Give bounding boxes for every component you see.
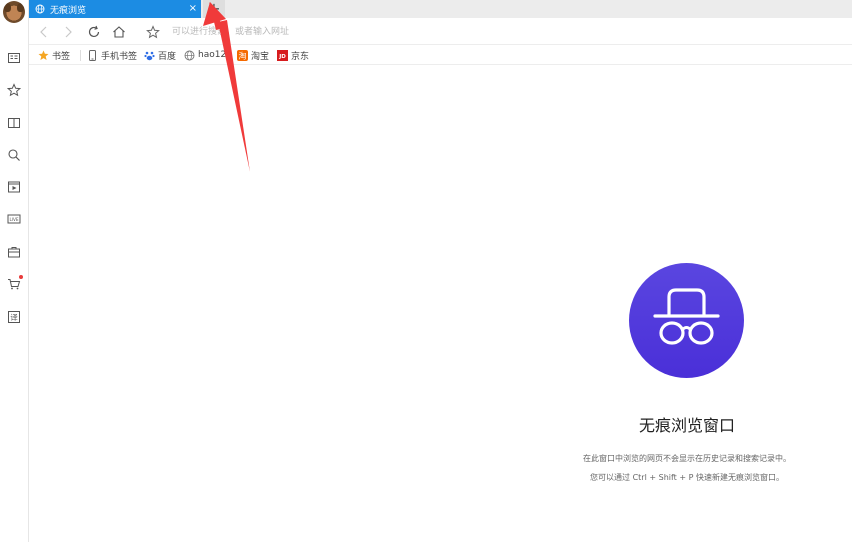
page-title: 无痕浏览窗口 — [638, 416, 735, 435]
video-icon[interactable] — [5, 178, 23, 196]
globe-icon — [35, 4, 45, 14]
refresh-icon[interactable] — [86, 24, 102, 40]
tab-title: 无痕浏览 — [50, 5, 87, 16]
description-line-2: 您可以通过 Ctrl + Shift + P 快速新建无痕浏览窗口。 — [590, 473, 784, 482]
bookmark-label: hao123 — [198, 50, 232, 60]
bookmarks-bar: 书签 手机书签 百度 hao123 淘 淘宝 JD 京东 — [29, 45, 852, 65]
translate-icon[interactable]: 译 — [5, 308, 23, 326]
forward-icon[interactable] — [60, 24, 76, 40]
tab-incognito[interactable]: 无痕浏览 × — [29, 0, 201, 18]
tab-strip: 无痕浏览 × + — [29, 0, 852, 18]
svg-text:译: 译 — [10, 313, 18, 322]
bookmark-item[interactable]: 书签 — [38, 48, 70, 62]
bookmark-item[interactable]: 淘 淘宝 — [237, 48, 269, 62]
bookmark-label: 淘宝 — [251, 51, 270, 62]
description-line-1: 在此窗口中浏览的网页不会显示在历史记录和搜索记录中。 — [583, 454, 791, 463]
new-tab-button[interactable]: + — [203, 0, 225, 18]
reader-book-icon[interactable] — [5, 114, 23, 132]
back-icon[interactable] — [36, 24, 52, 40]
incognito-page: 无痕浏览窗口 在此窗口中浏览的网页不会显示在历史记录和搜索记录中。 您可以通过 … — [29, 66, 852, 542]
notification-dot — [19, 275, 23, 279]
bookmark-label: 手机书签 — [101, 51, 138, 62]
svg-text:LIVE: LIVE — [9, 217, 18, 222]
bookmark-star-icon[interactable] — [145, 24, 161, 40]
bookmark-item[interactable]: hao123 — [184, 48, 232, 62]
incognito-logo — [629, 263, 744, 378]
navigation-bar: 可以进行搜索，或者输入网址 — [29, 18, 852, 45]
close-tab-icon[interactable]: × — [189, 2, 197, 16]
bookmark-label: 百度 — [158, 51, 177, 62]
favorites-star-icon[interactable] — [5, 81, 23, 99]
svg-text:淘: 淘 — [239, 50, 247, 60]
bookmark-item[interactable]: 百度 — [144, 48, 176, 62]
jd-icon: JD — [277, 49, 288, 61]
news-icon[interactable] — [5, 49, 23, 67]
cart-icon[interactable] — [5, 275, 23, 293]
bookmark-label: 书签 — [52, 51, 71, 62]
left-sidebar: LIVE 译 — [0, 0, 29, 542]
bookmark-label: 京东 — [291, 51, 310, 62]
baidu-paw-icon — [144, 50, 155, 61]
case-icon[interactable] — [5, 243, 23, 261]
phone-icon — [87, 49, 98, 61]
avatar[interactable] — [3, 1, 25, 23]
svg-text:JD: JD — [278, 54, 286, 60]
incognito-icon — [653, 288, 720, 345]
globe-icon — [184, 50, 195, 61]
bookmark-item[interactable]: 手机书签 — [87, 48, 137, 62]
address-input[interactable]: 可以进行搜索，或者输入网址 — [172, 24, 289, 37]
star-icon — [38, 50, 49, 61]
bookmark-separator — [80, 50, 81, 61]
taobao-icon: 淘 — [237, 49, 248, 61]
live-icon[interactable]: LIVE — [5, 210, 23, 228]
search-icon[interactable] — [5, 146, 23, 164]
bookmark-item[interactable]: JD 京东 — [277, 48, 309, 62]
home-icon[interactable] — [111, 24, 127, 40]
